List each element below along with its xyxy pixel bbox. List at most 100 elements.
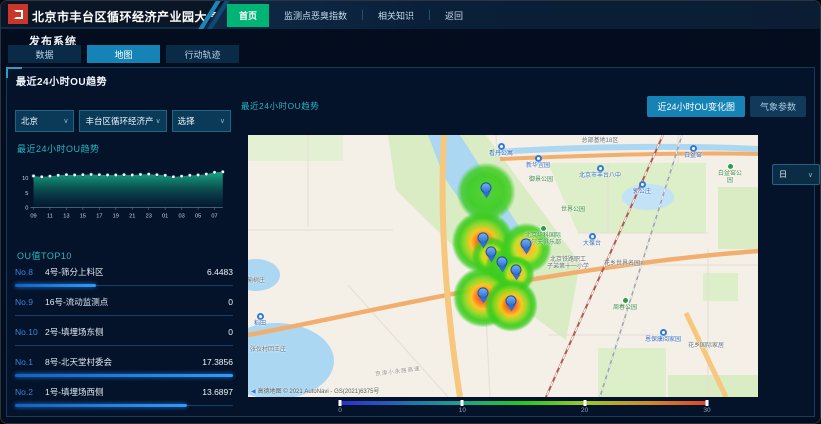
ou-trend-chart: 0510091113151719212301030507 xyxy=(15,160,231,226)
dashboard: 北京市丰台区循环经济产业园大气恶臭状况实时 首页监测点恶臭指数相关知识返回 发布… xyxy=(0,0,821,424)
svg-text:13: 13 xyxy=(63,214,69,220)
scale-tick xyxy=(583,400,586,406)
chart-title: 最近24小时OU趋势 xyxy=(17,142,100,155)
tab-1[interactable]: 地图 xyxy=(87,45,160,63)
ou-value: 0 xyxy=(228,327,233,337)
svg-text:23: 23 xyxy=(146,214,152,220)
station-pin-5[interactable] xyxy=(511,264,522,275)
chevron-down-icon: ∨ xyxy=(63,117,68,125)
tab-2[interactable]: 行动轨迹 xyxy=(166,45,239,63)
top-list-row-4[interactable]: No.21号-填埋场西侧 13.6897 xyxy=(15,381,233,411)
ou-value: 13.6897 xyxy=(202,387,233,397)
rank-label: No.9 xyxy=(15,297,45,307)
station-name: 16号-流动监测点 xyxy=(45,296,108,308)
station-name: 1号-填埋场西侧 xyxy=(45,386,104,398)
left-column: 北京∨丰台区循环经济产∨选择∨ 最近24小时OU趋势 0510091113151… xyxy=(15,68,233,416)
ou-value: 6.4483 xyxy=(207,267,233,277)
nav-item-0[interactable]: 首页 xyxy=(227,4,269,27)
scale-tick xyxy=(461,400,464,406)
view-tabs: 数据地图行动轨迹 xyxy=(8,45,239,63)
rank-label: No.8 xyxy=(15,267,45,277)
nav-separator xyxy=(429,10,430,20)
svg-text:03: 03 xyxy=(178,214,184,220)
scale-labels: 0 10 20 30 xyxy=(340,407,707,417)
value-bar xyxy=(15,374,233,377)
station-name: 4号-筛分上料区 xyxy=(45,266,104,278)
svg-text:0: 0 xyxy=(25,205,28,211)
dropdown-value: 丰台区循环经济产 xyxy=(85,115,153,127)
station-pin-3[interactable] xyxy=(497,256,508,267)
filter-dropdown-2[interactable]: 选择 ∨ xyxy=(172,110,231,132)
top-row-line: No.18号-北天堂村委会 17.3856 xyxy=(15,351,233,368)
scale-tick xyxy=(339,400,342,406)
map-canvas[interactable]: 高德地图 © 2021 AutoNavi - GS(2021)6375号 看丹公… xyxy=(248,135,758,397)
top-row-line: No.84号-筛分上料区 6.4483 xyxy=(15,261,233,278)
map-button-0[interactable]: 近24小时OU变化图 xyxy=(647,96,745,117)
scale-tick-label: 0 xyxy=(338,407,342,414)
nav-item-1[interactable]: 监测点恶臭指数 xyxy=(284,9,347,22)
station-pin-6[interactable] xyxy=(478,287,489,298)
svg-text:5: 5 xyxy=(25,191,28,197)
nav-separator xyxy=(362,10,363,20)
svg-text:10: 10 xyxy=(22,176,28,182)
app-logo-icon xyxy=(8,4,28,24)
chevron-down-icon: ∨ xyxy=(808,171,813,179)
dropdown-value: 北京 xyxy=(21,115,38,127)
svg-text:05: 05 xyxy=(195,214,201,220)
station-pin-4[interactable] xyxy=(521,238,532,249)
tab-0[interactable]: 数据 xyxy=(8,45,81,63)
station-pin-7[interactable] xyxy=(506,295,517,306)
bar-track xyxy=(15,315,233,316)
svg-text:21: 21 xyxy=(129,214,135,220)
svg-text:15: 15 xyxy=(80,214,86,220)
scale-tick-label: 30 xyxy=(703,407,710,414)
top-list-row-0[interactable]: No.84号-筛分上料区 6.4483 xyxy=(15,261,233,291)
scale-tick-label: 20 xyxy=(581,407,588,414)
filter-dropdown-1[interactable]: 丰台区循环经济产∨ xyxy=(79,110,166,132)
svg-text:11: 11 xyxy=(47,214,53,220)
map-layer-select[interactable]: 日 ∨ xyxy=(772,164,820,185)
ou-top-list: No.84号-筛分上料区6.4483No.916号-流动监测点0No.102号-… xyxy=(15,261,233,411)
nav-item-2[interactable]: 相关知识 xyxy=(378,9,414,22)
scale-gradient-bar xyxy=(340,401,707,405)
station-name: 2号-填埋场东侧 xyxy=(45,326,104,338)
svg-text:09: 09 xyxy=(30,214,36,220)
filter-dropdowns: 北京∨丰台区循环经济产∨选择∨ xyxy=(15,110,231,132)
bar-track xyxy=(15,345,233,346)
top-list-row-2[interactable]: No.102号-填埋场东侧 0 xyxy=(15,321,233,351)
nav-item-3[interactable]: 返回 xyxy=(445,9,463,22)
station-pin-2[interactable] xyxy=(486,246,497,257)
map-buttons: 近24小时OU变化图气象参数 xyxy=(647,96,806,117)
filter-dropdown-0[interactable]: 北京 ∨ xyxy=(15,110,74,132)
value-bar xyxy=(15,284,96,287)
svg-text:19: 19 xyxy=(113,214,119,220)
chevron-down-icon: ∨ xyxy=(220,117,225,125)
svg-text:01: 01 xyxy=(162,214,168,220)
main-panel: 最近24小时OU趋势 北京∨丰台区循环经济产∨选择∨ 最近24小时OU趋势 05… xyxy=(6,67,815,417)
dropdown-value: 选择 xyxy=(178,115,195,127)
ou-color-scale: 0 10 20 30 xyxy=(340,401,707,417)
rank-label: No.1 xyxy=(15,357,45,367)
map-attribution: 高德地图 © 2021 AutoNavi - GS(2021)6375号 xyxy=(251,386,379,395)
top-list-row-3[interactable]: No.18号-北天堂村委会 17.3856 xyxy=(15,351,233,381)
rank-label: No.10 xyxy=(15,327,45,337)
station-pin-0[interactable] xyxy=(481,182,492,193)
top-row-line: No.21号-填埋场西侧 13.6897 xyxy=(15,381,233,398)
scale-tick-label: 10 xyxy=(459,407,466,414)
scale-tick xyxy=(706,400,709,406)
svg-text:17: 17 xyxy=(96,214,102,220)
rank-label: No.2 xyxy=(15,387,45,397)
ou-value: 0 xyxy=(228,297,233,307)
top-row-line: No.916号-流动监测点 0 xyxy=(15,291,233,308)
value-bar xyxy=(15,404,187,407)
station-pin-1[interactable] xyxy=(478,232,489,243)
top-list-row-1[interactable]: No.916号-流动监测点 0 xyxy=(15,291,233,321)
map-button-1[interactable]: 气象参数 xyxy=(750,96,806,117)
chevron-down-icon: ∨ xyxy=(155,117,160,125)
map-column: 最近24小时OU趋势 近24小时OU变化图气象参数 xyxy=(239,68,808,416)
top-header: 北京市丰台区循环经济产业园大气恶臭状况实时 首页监测点恶臭指数相关知识返回 xyxy=(1,1,820,29)
ou-value: 17.3856 xyxy=(202,357,233,367)
station-name: 8号-北天堂村委会 xyxy=(45,356,112,368)
svg-text:07: 07 xyxy=(211,214,217,220)
top-row-line: No.102号-填埋场东侧 0 xyxy=(15,321,233,338)
